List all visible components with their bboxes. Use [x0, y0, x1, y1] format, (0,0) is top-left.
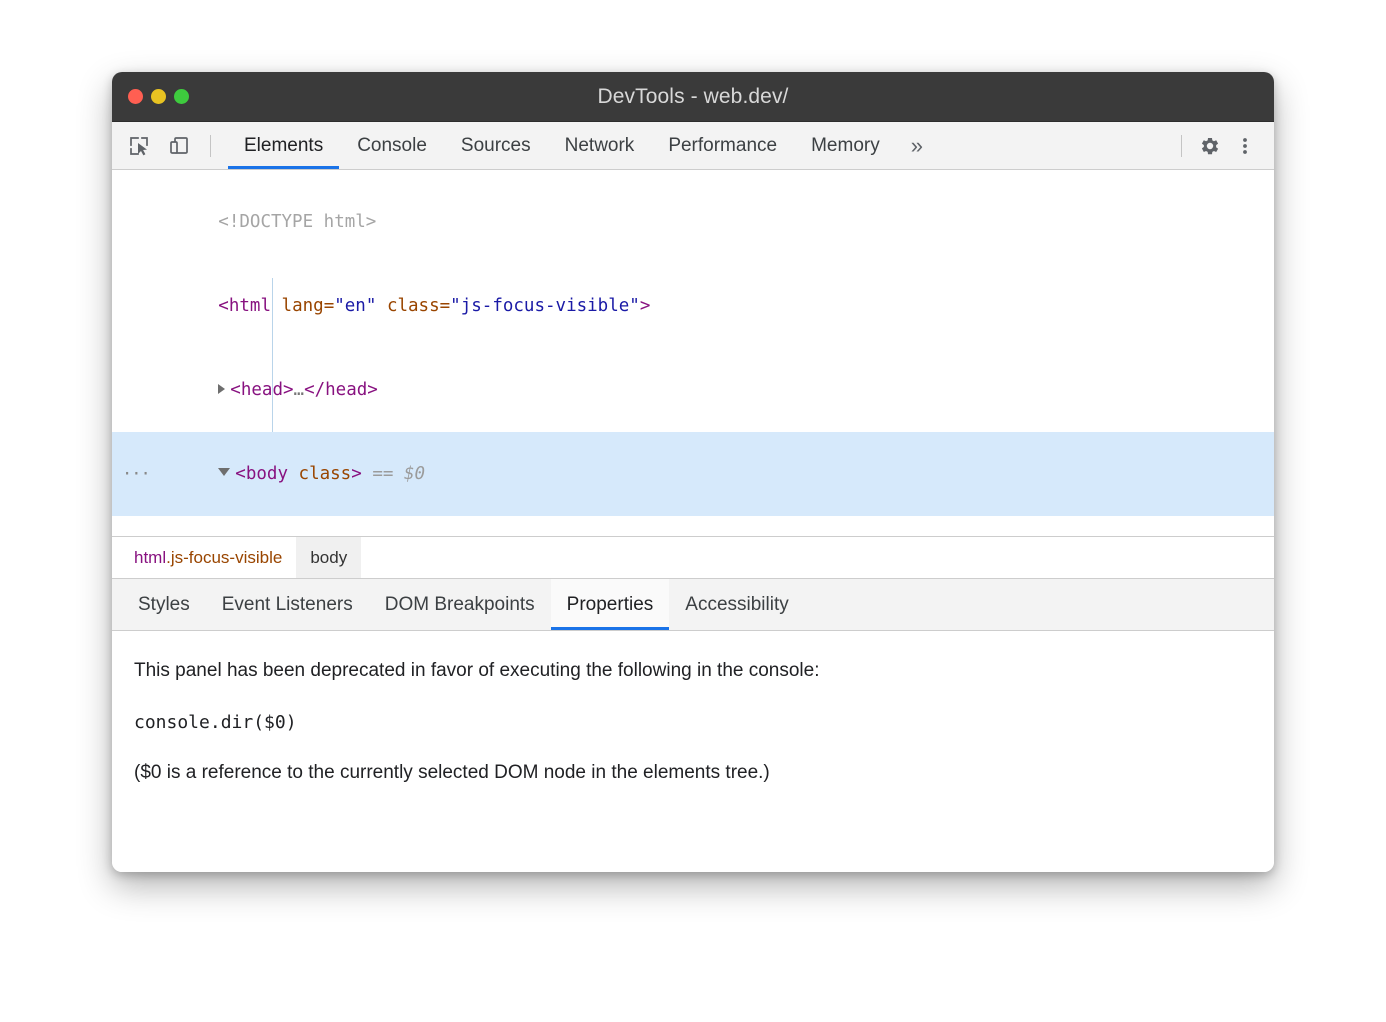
properties-panel-content: This panel has been deprecated in favor …	[112, 631, 1274, 872]
tab-network[interactable]: Network	[548, 122, 652, 169]
body-close-bracket: >	[351, 464, 362, 484]
inspect-element-button[interactable]	[122, 129, 156, 163]
tab-console-label: Console	[357, 135, 427, 157]
toolbar-icon-group	[122, 122, 227, 169]
breadcrumb: html.js-focus-visible body	[112, 537, 1274, 579]
breadcrumb-html-class: .js-focus-visible	[166, 548, 282, 568]
kebab-menu-icon	[1234, 135, 1256, 157]
head-ellipsis: …	[294, 380, 305, 400]
toolbar-divider-right	[1181, 135, 1182, 157]
panel-tab-list: Elements Console Sources Network Perform…	[227, 122, 1173, 169]
tab-styles-label: Styles	[138, 594, 190, 616]
close-window-button[interactable]	[128, 89, 143, 104]
sidebar-pane-tabs: Styles Event Listeners DOM Breakpoints P…	[112, 579, 1274, 631]
tab-elements-label: Elements	[244, 135, 323, 157]
breadcrumb-item-body[interactable]: body	[296, 537, 361, 578]
toolbar-divider	[210, 135, 211, 157]
tab-network-label: Network	[565, 135, 635, 157]
console-command-snippet[interactable]: console.dir($0)	[134, 712, 1252, 733]
html-val-class: "js-focus-visible"	[450, 296, 640, 316]
gear-icon	[1197, 134, 1221, 158]
body-open-tag: <body	[235, 464, 288, 484]
more-tabs-button[interactable]: »	[897, 122, 937, 169]
toolbar-right-group	[1173, 122, 1274, 169]
dom-node-head[interactable]: <head>…</head>	[112, 348, 1274, 432]
maximize-window-button[interactable]	[174, 89, 189, 104]
chevron-double-right-icon: »	[911, 133, 923, 159]
html-attr-class: class	[387, 296, 440, 316]
dollar-zero-hint: ($0 is a reference to the currently sele…	[134, 759, 1252, 788]
tab-properties-label: Properties	[567, 594, 654, 616]
tab-console[interactable]: Console	[340, 122, 444, 169]
inspect-element-icon	[128, 135, 150, 157]
tab-accessibility-label: Accessibility	[685, 594, 788, 616]
body-dollar-zero: $0	[404, 464, 425, 484]
head-open-tag: <head>	[230, 380, 293, 400]
html-open-tag: <html	[218, 296, 271, 316]
breadcrumb-body-tag: body	[310, 548, 347, 568]
deprecation-notice: This panel has been deprecated in favor …	[134, 657, 1252, 686]
collapse-arrow-icon[interactable]	[218, 468, 230, 476]
tab-performance[interactable]: Performance	[651, 122, 794, 169]
tab-elements[interactable]: Elements	[227, 122, 340, 169]
doctype-text: <!DOCTYPE html>	[218, 212, 376, 232]
device-toolbar-button[interactable]	[162, 129, 196, 163]
dom-node-body[interactable]: ··· <body class> == $0	[112, 432, 1274, 516]
devtools-main-toolbar: Elements Console Sources Network Perform…	[112, 122, 1274, 170]
tab-event-listeners-label: Event Listeners	[222, 594, 353, 616]
dom-node-html[interactable]: <html lang="en" class="js-focus-visible"…	[112, 264, 1274, 348]
settings-button[interactable]	[1192, 129, 1226, 163]
tab-dom-breakpoints-label: DOM Breakpoints	[385, 594, 535, 616]
minimize-window-button[interactable]	[151, 89, 166, 104]
main-menu-button[interactable]	[1228, 129, 1262, 163]
html-close-bracket: >	[640, 296, 651, 316]
tab-memory[interactable]: Memory	[794, 122, 897, 169]
dom-node-doctype[interactable]: <!DOCTYPE html>	[112, 180, 1274, 264]
tab-performance-label: Performance	[668, 135, 777, 157]
tab-dom-breakpoints[interactable]: DOM Breakpoints	[369, 579, 551, 630]
device-toolbar-icon	[168, 135, 190, 157]
tab-styles[interactable]: Styles	[122, 579, 206, 630]
head-close-tag: </head>	[304, 380, 378, 400]
expand-arrow-icon[interactable]	[218, 384, 225, 394]
breadcrumb-item-html[interactable]: html.js-focus-visible	[120, 537, 296, 578]
tab-sources[interactable]: Sources	[444, 122, 548, 169]
tab-memory-label: Memory	[811, 135, 880, 157]
body-attr-class: class	[299, 464, 352, 484]
node-overflow-dots[interactable]: ···	[122, 460, 150, 488]
dom-node-web-snackbar-container[interactable]: <web-snackbar-container>…</web-snackbar-…	[112, 516, 1274, 537]
window-titlebar: DevTools - web.dev/	[112, 72, 1274, 122]
devtools-window: DevTools - web.dev/	[112, 72, 1274, 872]
screenshot-root: DevTools - web.dev/	[0, 0, 1386, 1022]
traffic-light-group	[128, 89, 189, 104]
body-equals: ==	[372, 464, 393, 484]
breadcrumb-html-tag: html	[134, 548, 166, 568]
tab-properties[interactable]: Properties	[551, 579, 670, 630]
tab-accessibility[interactable]: Accessibility	[669, 579, 804, 630]
tab-event-listeners[interactable]: Event Listeners	[206, 579, 369, 630]
window-title: DevTools - web.dev/	[112, 85, 1274, 109]
html-attr-lang: lang	[282, 296, 324, 316]
tab-sources-label: Sources	[461, 135, 531, 157]
dom-tree-panel[interactable]: <!DOCTYPE html> <html lang="en" class="j…	[112, 170, 1274, 537]
html-val-lang: "en"	[334, 296, 376, 316]
